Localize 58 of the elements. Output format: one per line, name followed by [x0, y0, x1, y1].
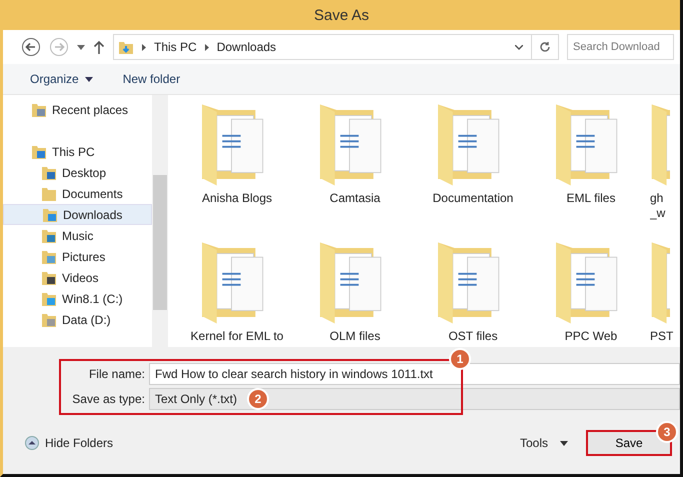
- folder-item[interactable]: Anisha Blogs: [178, 99, 296, 237]
- folder-item[interactable]: Documentation: [414, 99, 532, 237]
- folder-icon: [41, 270, 57, 286]
- step-number-badge: 3: [656, 421, 678, 443]
- sidebar-item[interactable]: Desktop: [3, 162, 152, 183]
- window-title: Save As: [314, 6, 370, 24]
- folder-icon: [31, 102, 47, 118]
- folder-icon: [42, 206, 58, 222]
- sidebar-item[interactable]: Music: [3, 225, 152, 246]
- step-number-badge: 1: [449, 348, 471, 370]
- chevron-right-icon: [204, 44, 209, 50]
- folder-item[interactable]: EML files: [532, 99, 650, 237]
- sidebar-item[interactable]: Recent places: [3, 99, 152, 120]
- sidebar-item[interactable]: Pictures: [3, 246, 152, 267]
- folder-icon: [41, 164, 57, 180]
- sidebar-item[interactable]: Documents: [3, 183, 152, 204]
- tools-button[interactable]: Tools: [520, 436, 568, 450]
- sidebar-item[interactable]: Videos: [3, 267, 152, 288]
- folder-item[interactable]: Camtasia: [296, 99, 414, 237]
- chevron-right-icon: [142, 44, 146, 50]
- sidebar-item[interactable]: This PC: [3, 141, 152, 162]
- new-folder-button[interactable]: New folder: [122, 72, 180, 86]
- scrollbar[interactable]: [152, 95, 168, 347]
- dropdown-icon: [84, 76, 93, 82]
- folder-item[interactable]: Kernel for EML to: [178, 237, 296, 347]
- dropdown-icon[interactable]: [77, 44, 85, 50]
- folder-icon: [41, 228, 57, 244]
- collapse-icon: [25, 436, 39, 450]
- hide-folders-button[interactable]: Hide Folders: [25, 436, 114, 450]
- breadcrumb-item[interactable]: Downloads: [216, 40, 276, 54]
- up-arrow-icon[interactable]: [93, 40, 105, 54]
- save-as-type-label: Save as type:: [71, 392, 146, 406]
- refresh-icon[interactable]: [539, 41, 551, 53]
- file-name-field[interactable]: Fwd How to clear search history in windows 1011.txt: [149, 362, 680, 384]
- folder-item[interactable]: PPC Web: [532, 237, 650, 347]
- chevron-down-icon[interactable]: [515, 44, 523, 50]
- organize-button[interactable]: Organize: [30, 72, 93, 86]
- folder-item[interactable]: gh _w: [650, 99, 680, 237]
- folder-item[interactable]: OLM files: [296, 237, 414, 347]
- breadcrumb-item[interactable]: This PC: [154, 40, 197, 54]
- folder-item[interactable]: PST: [650, 237, 680, 347]
- folder-icon: [41, 186, 57, 202]
- folder-icon: [41, 290, 57, 306]
- address-bar[interactable]: This PC Downloads: [113, 34, 559, 60]
- folder-icon: [41, 312, 57, 328]
- search-field[interactable]: Search Download: [567, 34, 674, 60]
- sidebar-item[interactable]: Downloads: [3, 204, 152, 225]
- downloads-folder-icon: [118, 39, 134, 55]
- folder-icon: [31, 144, 47, 160]
- step-number-badge: 2: [247, 388, 270, 410]
- sidebar-item[interactable]: Win8.1 (C:): [3, 288, 152, 309]
- back-icon[interactable]: [21, 37, 41, 57]
- dropdown-icon: [560, 440, 568, 446]
- folder-icon: [41, 248, 57, 264]
- file-name-label: File name:: [88, 366, 146, 380]
- sidebar-item[interactable]: Data (D:): [3, 309, 152, 330]
- save-as-type-dropdown[interactable]: Text Only (*.txt) 2: [149, 388, 680, 410]
- folder-item[interactable]: OST files: [414, 237, 532, 347]
